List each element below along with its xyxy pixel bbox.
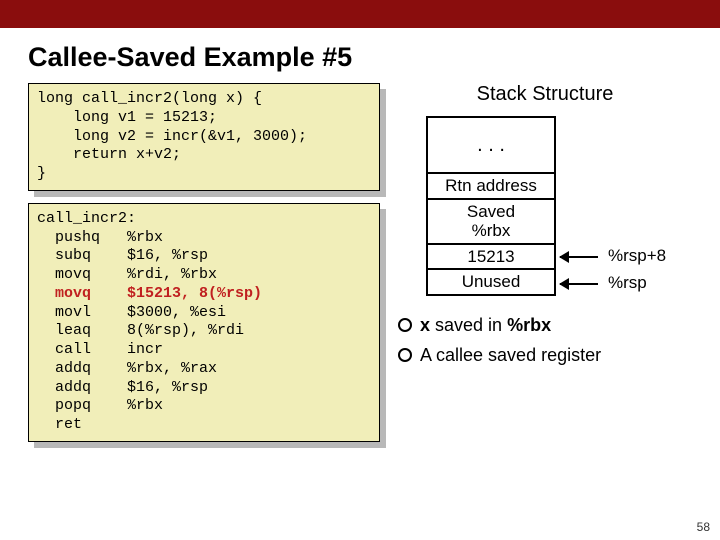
asm-pre: call_incr2: pushq %rbx subq $16, %rsp mo… xyxy=(37,210,217,283)
arrow-icon xyxy=(560,256,598,258)
stack-cell-saved: Saved %rbx xyxy=(428,200,554,245)
stack-cell-v1: 15213 xyxy=(428,245,554,271)
top-bar xyxy=(0,0,720,28)
bullet-1-x: x xyxy=(420,315,430,335)
bullet-1-mid: saved in xyxy=(430,315,507,335)
asm-highlight: movq $15213, 8(%rsp) xyxy=(37,285,262,302)
label-rsp: %rsp xyxy=(608,273,647,293)
left-column: long call_incr2(long x) { long v1 = 1521… xyxy=(28,83,380,454)
bullet-1: x saved in %rbx xyxy=(398,312,692,340)
stack-box: . . . Rtn address Saved %rbx 15213 Unuse… xyxy=(426,116,556,296)
c-code-box: long call_incr2(long x) { long v1 = 1521… xyxy=(28,83,380,191)
right-column: Stack Structure . . . Rtn address Saved … xyxy=(398,83,692,372)
bullet-2: A callee saved register xyxy=(398,342,692,370)
c-code: long call_incr2(long x) { long v1 = 1521… xyxy=(28,83,380,191)
stack-cell-rtn: Rtn address xyxy=(428,174,554,200)
asm-post: movl $3000, %esi leaq 8(%rsp), %rdi call… xyxy=(37,304,244,434)
slide-title: Callee-Saved Example #5 xyxy=(28,42,692,73)
stack-diagram: . . . Rtn address Saved %rbx 15213 Unuse… xyxy=(398,116,692,306)
arrow-icon xyxy=(560,283,598,285)
bullet-1-rbx: %rbx xyxy=(507,315,551,335)
stack-cell-unused: Unused xyxy=(428,270,554,294)
label-rsp8: %rsp+8 xyxy=(608,246,666,266)
bullet-list: x saved in %rbx A callee saved register xyxy=(398,312,692,370)
page-number: 58 xyxy=(697,520,710,534)
stack-title: Stack Structure xyxy=(398,83,692,106)
stack-cell-dots: . . . xyxy=(428,118,554,174)
asm-code: call_incr2: pushq %rbx subq $16, %rsp mo… xyxy=(28,203,380,442)
slide-content: Callee-Saved Example #5 long call_incr2(… xyxy=(0,28,720,454)
asm-code-box: call_incr2: pushq %rbx subq $16, %rsp mo… xyxy=(28,203,380,442)
